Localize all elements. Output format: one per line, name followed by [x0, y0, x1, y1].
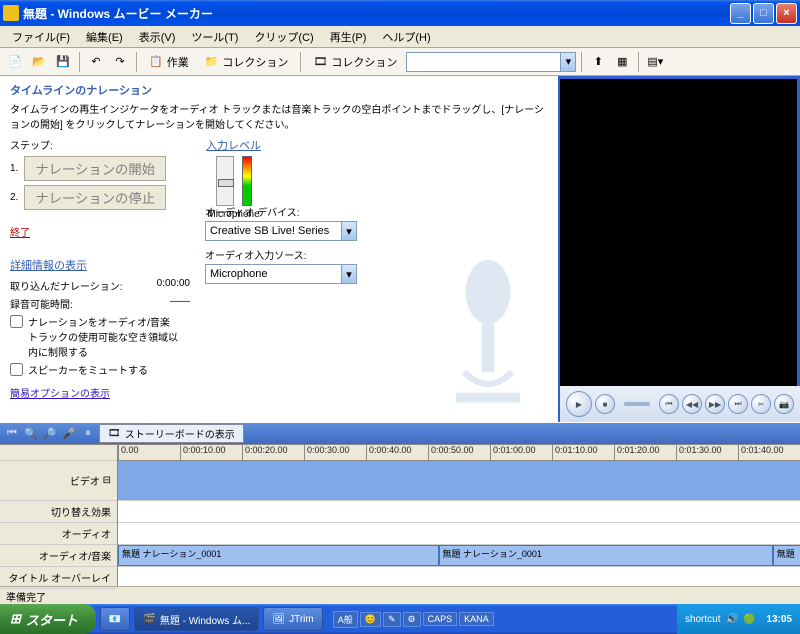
preview-pane: ▶ ■ ⏮ ◀◀ ▶▶ ⏭ ✂ 📷 [560, 76, 800, 422]
narration-instruction: タイムラインの再生インジケータをオーディオ トラックまたは音楽トラックの空白ポイ… [10, 101, 548, 131]
stop-narration-button[interactable]: ナレーションの停止 [24, 185, 166, 210]
props-button[interactable]: ▦ [611, 51, 633, 73]
mute-checkbox[interactable] [10, 363, 23, 376]
storyboard-toggle[interactable]: 🎞 ストーリーボードの表示 [99, 424, 244, 443]
track-label-audio-music: オーディオ/音楽 [0, 545, 117, 567]
collections-button[interactable]: 📁 コレクション [198, 51, 296, 73]
taskbar: ⊞ スタート 📧 🎬 無題 - Windows ム... 🖼 JTrim A般 … [0, 604, 800, 634]
narration-pane: タイムラインのナレーション タイムラインの再生インジケータをオーディオ トラック… [0, 76, 560, 422]
task-jtrim[interactable]: 🖼 JTrim [263, 607, 322, 631]
menu-edit[interactable]: 編集(E) [78, 26, 131, 48]
track-label-transition: 切り替え効果 [0, 501, 117, 523]
menu-tool[interactable]: ツール(T) [183, 26, 246, 48]
steps-label: ステップ: [10, 137, 166, 152]
title-bar: 無題 - Windows ムービー メーカー _ □ × [0, 0, 800, 26]
timeline: ビデオ ⊟ 切り替え効果 オーディオ オーディオ/音楽 タイトル オーバーレイ … [0, 444, 800, 586]
redo-button[interactable]: ↷ [109, 51, 131, 73]
undo-button[interactable]: ↶ [85, 51, 107, 73]
time-ruler[interactable]: 0.000:00:10.000:00:20.000:00:30.000:00:4… [118, 445, 800, 461]
open-button[interactable]: 📂 [28, 51, 50, 73]
audio-source-combo[interactable]: Microphone▾ [205, 264, 357, 284]
start-button[interactable]: ⊞ スタート [0, 604, 96, 634]
new-button[interactable]: 📄 [4, 51, 26, 73]
menu-bar: ファイル(F) 編集(E) 表示(V) ツール(T) クリップ(C) 再生(P)… [0, 26, 800, 48]
tray-icon[interactable]: 🟢 [743, 614, 755, 625]
track-label-video: ビデオ ⊟ [0, 461, 117, 501]
play-button[interactable]: ▶ [566, 391, 592, 417]
title-track[interactable] [118, 567, 800, 586]
preview-controls: ▶ ■ ⏮ ◀◀ ▶▶ ⏭ ✂ 📷 [560, 386, 800, 422]
tl-audio-icon[interactable]: 🎤 [61, 426, 77, 442]
audio-music-track[interactable]: 無題 ナレーション_0001 無題 ナレーション_0001 無題 [118, 545, 800, 567]
prev-button[interactable]: ⏮ [659, 394, 679, 414]
minimize-button[interactable]: _ [730, 3, 751, 24]
snapshot-button[interactable]: 📷 [774, 394, 794, 414]
tray-shortcut[interactable]: shortcut [685, 614, 721, 625]
toolbar: 📄 📂 💾 ↶ ↷ 📋 作業 📁 コレクション 🎞 コレクション ▾ ⬆ ▦ ▤… [0, 48, 800, 76]
tl-zoom-in-icon[interactable]: 🔍 [23, 426, 39, 442]
system-tray[interactable]: shortcut 🔊 🟢 13:05 [677, 604, 800, 634]
view-button[interactable]: ▤▾ [644, 51, 666, 73]
track-label-title: タイトル オーバーレイ [0, 567, 117, 589]
track-labels: ビデオ ⊟ 切り替え効果 オーディオ オーディオ/音楽 タイトル オーバーレイ [0, 445, 118, 586]
audio-source-label: オーディオ入力ソース: [205, 247, 357, 262]
forward-button[interactable]: ▶▶ [705, 394, 725, 414]
ime-bar[interactable]: A般 😊 ✎ ⚙ CAPS KANA [333, 611, 494, 628]
status-bar: 準備完了 [0, 586, 800, 604]
task-moviemaker[interactable]: 🎬 無題 - Windows ム... [134, 607, 259, 631]
seek-bar[interactable] [624, 402, 650, 406]
simple-options-link[interactable]: 簡易オプションの表示 [10, 385, 110, 400]
menu-view[interactable]: 表示(V) [131, 26, 184, 48]
maximize-button[interactable]: □ [753, 3, 774, 24]
available-label: 録音可能時間: [10, 296, 130, 311]
video-track[interactable] [118, 461, 800, 501]
timeline-toolbar: ⏮ 🔍 🔎 🎤 ⏸ 🎞 ストーリーボードの表示 [0, 422, 800, 444]
captured-label: 取り込んだナレーション: [10, 278, 130, 293]
captured-value: 0:00:00 [130, 278, 190, 293]
close-button[interactable]: × [776, 3, 797, 24]
rewind-button[interactable]: ◀◀ [682, 394, 702, 414]
stop-button[interactable]: ■ [595, 394, 615, 414]
app-icon [3, 5, 19, 21]
narration-header: タイムラインのナレーション [10, 82, 548, 98]
audio-clip[interactable]: 無題 [773, 545, 800, 566]
split-button[interactable]: ✂ [751, 394, 771, 414]
preview-monitor [560, 79, 797, 386]
available-value: —— [130, 296, 190, 311]
up-button[interactable]: ⬆ [587, 51, 609, 73]
audio-device-combo[interactable]: Creative SB Live! Series▾ [205, 221, 357, 241]
clock[interactable]: 13:05 [766, 614, 792, 625]
audio-track[interactable] [118, 523, 800, 545]
menu-clip[interactable]: クリップ(C) [246, 26, 321, 48]
menu-play[interactable]: 再生(P) [322, 26, 375, 48]
tl-levels-icon[interactable]: ⏸ [80, 426, 96, 442]
mute-label: スピーカーをミュートする [28, 362, 148, 377]
audio-device-label: オーディオ デバイス: [205, 204, 357, 219]
quick-launch[interactable]: 📧 [100, 607, 130, 631]
level-meter-icon [242, 156, 252, 206]
menu-help[interactable]: ヘルプ(H) [374, 26, 438, 48]
input-level-slider[interactable] [216, 156, 234, 206]
save-button[interactable]: 💾 [52, 51, 74, 73]
start-narration-button[interactable]: ナレーションの開始 [24, 156, 166, 181]
tl-zoom-out-icon[interactable]: 🔎 [42, 426, 58, 442]
menu-file[interactable]: ファイル(F) [4, 26, 78, 48]
input-level-label: 入力レベル [206, 137, 261, 153]
limit-label: ナレーションをオーディオ/音楽トラックの使用可能な空き領域以内に制限する [28, 314, 178, 359]
next-button[interactable]: ⏭ [728, 394, 748, 414]
limit-checkbox[interactable] [10, 315, 23, 328]
done-link[interactable]: 終了 [10, 224, 166, 239]
audio-clip[interactable]: 無題 ナレーション_0001 [118, 545, 439, 566]
track-label-audio: オーディオ [0, 523, 117, 545]
microphone-bg-icon [438, 252, 538, 412]
transition-track[interactable] [118, 501, 800, 523]
window-title: 無題 - Windows ムービー メーカー [23, 5, 728, 22]
collection-combo[interactable]: ▾ [406, 52, 576, 72]
audio-clip[interactable]: 無題 ナレーション_0001 [439, 545, 773, 566]
tl-rewind-icon[interactable]: ⏮ [4, 426, 20, 442]
tray-icon[interactable]: 🔊 [726, 614, 738, 625]
tasks-button[interactable]: 📋 作業 [142, 51, 196, 73]
collection-icon: 🎞 コレクション [306, 51, 404, 73]
